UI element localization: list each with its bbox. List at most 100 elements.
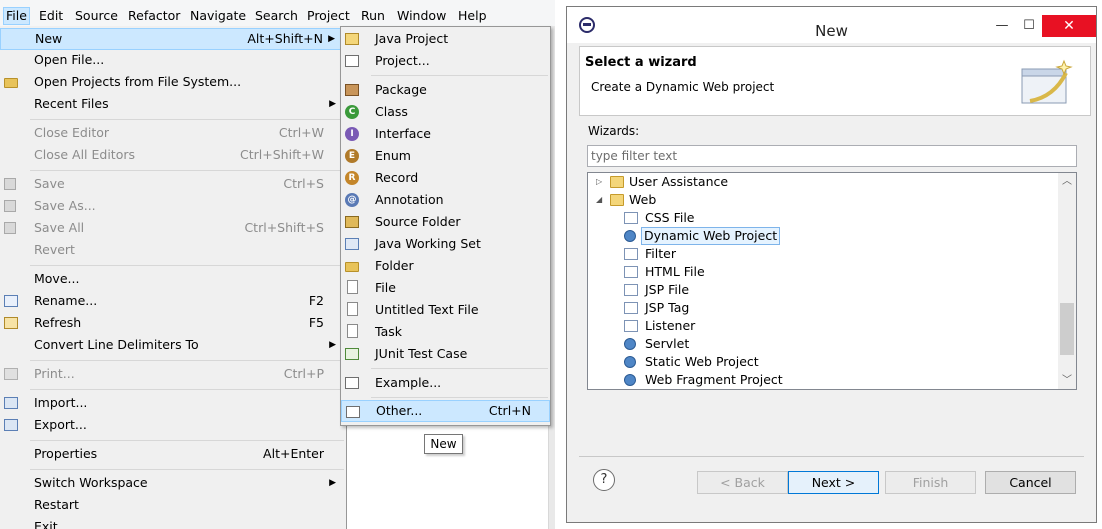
dialog-titlebar[interactable]: New — ☐ ✕ bbox=[567, 7, 1096, 43]
menu-item-label: New bbox=[35, 31, 63, 46]
new-menu-java-working-set[interactable]: Java Working Set bbox=[341, 233, 550, 255]
record-icon: R bbox=[345, 171, 359, 185]
file-menu-switch-workspace[interactable]: Switch Workspace ▶ bbox=[0, 472, 346, 494]
menu-file[interactable]: File bbox=[3, 7, 30, 25]
file-menu-open-file[interactable]: Open File... bbox=[0, 49, 346, 71]
new-menu-folder[interactable]: Folder bbox=[341, 255, 550, 277]
menu-window[interactable]: Window bbox=[395, 7, 448, 25]
finish-button[interactable]: Finish bbox=[885, 471, 976, 494]
menu-item-label: Package bbox=[375, 82, 427, 97]
save-icon bbox=[4, 178, 16, 190]
maximize-button[interactable]: ☐ bbox=[1019, 16, 1039, 36]
menu-refactor[interactable]: Refactor bbox=[126, 7, 182, 25]
minimize-button[interactable]: — bbox=[992, 16, 1012, 36]
new-menu-project[interactable]: Project... bbox=[341, 50, 550, 72]
file-menu-open-projects[interactable]: Open Projects from File System... bbox=[0, 71, 346, 93]
new-menu-file[interactable]: File bbox=[341, 277, 550, 299]
file-menu-recent-files[interactable]: Recent Files ▶ bbox=[0, 93, 346, 115]
wizards-label: Wizards: bbox=[588, 124, 640, 138]
menu-item-accelerator: Ctrl+Shift+W bbox=[240, 147, 324, 162]
menu-item-label: Class bbox=[375, 104, 408, 119]
menu-separator bbox=[30, 170, 344, 171]
file-menu-export[interactable]: Export... bbox=[0, 414, 346, 436]
submenu-arrow-icon: ▶ bbox=[329, 478, 336, 488]
menu-source[interactable]: Source bbox=[73, 7, 120, 25]
menu-separator bbox=[371, 75, 548, 76]
menu-separator bbox=[30, 469, 344, 470]
menu-item-accelerator: F2 bbox=[308, 293, 324, 308]
menu-search[interactable]: Search bbox=[253, 7, 300, 25]
file-menu-import[interactable]: Import... bbox=[0, 392, 346, 414]
save-as-icon bbox=[4, 200, 16, 212]
menu-item-label: Example... bbox=[375, 375, 442, 390]
file-menu-save-as[interactable]: Save As... bbox=[0, 195, 346, 217]
menu-item-accelerator: Alt+Shift+N bbox=[247, 31, 323, 46]
file-menu-properties[interactable]: Properties Alt+Enter bbox=[0, 443, 346, 465]
cancel-button[interactable]: Cancel bbox=[985, 471, 1076, 494]
menu-item-label: Project... bbox=[375, 53, 430, 68]
new-menu-annotation[interactable]: @ Annotation bbox=[341, 189, 550, 211]
file-menu-revert[interactable]: Revert bbox=[0, 239, 346, 261]
menu-item-label: Folder bbox=[375, 258, 414, 273]
close-button[interactable]: ✕ bbox=[1042, 15, 1096, 37]
menu-item-label: Switch Workspace bbox=[34, 475, 148, 490]
listener-icon bbox=[624, 320, 638, 332]
scrollbar-thumb[interactable] bbox=[1060, 303, 1074, 355]
new-menu-untitled-text-file[interactable]: Untitled Text File bbox=[341, 299, 550, 321]
menu-item-label: Record bbox=[375, 170, 419, 185]
dialog-divider bbox=[579, 456, 1084, 457]
new-menu-java-project[interactable]: Java Project bbox=[341, 28, 550, 50]
expand-arrow-icon: ▷ bbox=[596, 177, 603, 186]
menu-item-label: Source Folder bbox=[375, 214, 461, 229]
file-menu-save-all[interactable]: Save All Ctrl+Shift+S bbox=[0, 217, 346, 239]
new-menu-task[interactable]: Task bbox=[341, 321, 550, 343]
menu-item-accelerator: Ctrl+P bbox=[283, 366, 324, 381]
new-menu-other[interactable]: Other... Ctrl+N bbox=[341, 400, 550, 422]
file-menu-convert-line-delimiters[interactable]: Convert Line Delimiters To ▶ bbox=[0, 334, 346, 356]
file-menu-move[interactable]: Move... bbox=[0, 268, 346, 290]
folder-icon bbox=[345, 262, 359, 272]
menu-separator bbox=[371, 397, 548, 398]
menu-item-label: Exit bbox=[34, 519, 58, 529]
menu-item-label: Open File... bbox=[34, 52, 105, 67]
new-menu-example[interactable]: Example... bbox=[341, 372, 550, 394]
file-menu-close-editor[interactable]: Close Editor Ctrl+W bbox=[0, 122, 346, 144]
file-menu-exit[interactable]: Exit bbox=[0, 516, 346, 529]
file-menu-refresh[interactable]: Refresh F5 bbox=[0, 312, 346, 334]
menu-navigate[interactable]: Navigate bbox=[188, 7, 248, 25]
help-button[interactable]: ? bbox=[593, 469, 615, 491]
new-menu-source-folder[interactable]: Source Folder bbox=[341, 211, 550, 233]
tree-node-label: Listener bbox=[645, 318, 696, 333]
file-menu-close-all-editors[interactable]: Close All Editors Ctrl+Shift+W bbox=[0, 144, 346, 166]
file-menu-restart[interactable]: Restart bbox=[0, 494, 346, 516]
new-menu-record[interactable]: R Record bbox=[341, 167, 550, 189]
new-menu-enum[interactable]: E Enum bbox=[341, 145, 550, 167]
scroll-down-icon[interactable]: ﹀ bbox=[1058, 372, 1076, 389]
file-menu-print[interactable]: Print... Ctrl+P bbox=[0, 363, 346, 385]
menu-help[interactable]: Help bbox=[456, 7, 489, 25]
file-menu-save[interactable]: Save Ctrl+S bbox=[0, 173, 346, 195]
folder-open-icon bbox=[610, 194, 624, 206]
menu-item-accelerator: F5 bbox=[308, 315, 324, 330]
new-menu-interface[interactable]: I Interface bbox=[341, 123, 550, 145]
back-button[interactable]: < Back bbox=[697, 471, 788, 494]
scroll-up-icon[interactable]: ︿ bbox=[1058, 173, 1076, 190]
menu-separator bbox=[30, 440, 344, 441]
new-menu-class[interactable]: C Class bbox=[341, 101, 550, 123]
menu-run[interactable]: Run bbox=[359, 7, 387, 25]
new-menu-package[interactable]: Package bbox=[341, 79, 550, 101]
new-menu-junit-test-case[interactable]: JUnit Test Case bbox=[341, 343, 550, 365]
rename-icon bbox=[4, 295, 18, 307]
next-button[interactable]: Next > bbox=[788, 471, 879, 494]
css-file-icon bbox=[624, 212, 638, 224]
file-menu-rename[interactable]: Rename... F2 bbox=[0, 290, 346, 312]
tree-scrollbar[interactable]: ︿ ﹀ bbox=[1058, 173, 1076, 389]
menu-item-accelerator: Ctrl+N bbox=[488, 403, 531, 418]
banner-title: Select a wizard bbox=[585, 55, 697, 70]
menu-project[interactable]: Project bbox=[305, 7, 352, 25]
file-menu-new[interactable]: New Alt+Shift+N ▶ bbox=[0, 28, 346, 50]
filter-input[interactable] bbox=[587, 145, 1077, 167]
tree-node-label: JSP Tag bbox=[645, 300, 690, 315]
menu-edit[interactable]: Edit bbox=[37, 7, 65, 25]
html-file-icon bbox=[624, 266, 638, 278]
